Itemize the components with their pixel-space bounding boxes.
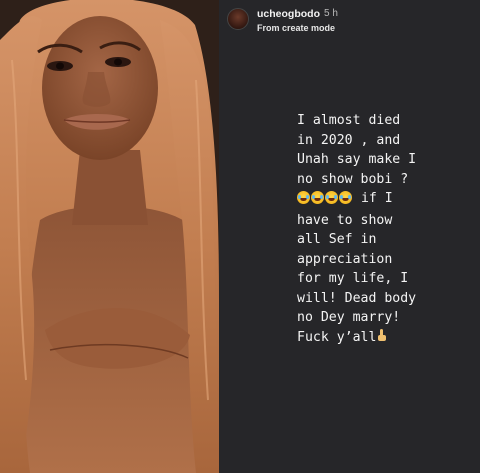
story-line: I almost died [297, 113, 401, 128]
story-line: Unah say make I [297, 152, 417, 167]
story-line: no show bobi ? [297, 171, 409, 187]
story-line-text: if I [353, 191, 393, 206]
portrait-photo [0, 0, 219, 473]
story-line: in 2020 , and [297, 132, 401, 148]
story-text: I almost died in 2020 , and Unah say mak… [297, 111, 477, 347]
story-line: will! Dead body [297, 290, 417, 306]
middle-finger-icon [377, 328, 387, 342]
timestamp: 5 h [324, 8, 338, 19]
story-panel: ucheogbodo 5 h From create mode I almost… [219, 0, 480, 473]
story-line: all Sef in [297, 232, 377, 247]
story-line: no Dey marry! [297, 310, 401, 325]
avatar[interactable] [227, 8, 249, 30]
story-line-text: Fuck y’all [297, 329, 377, 345]
story-line-last: Fuck y’all [297, 328, 477, 348]
story-subtitle: From create mode [257, 23, 336, 33]
story-header: ucheogbodo 5 h From create mode [227, 6, 467, 34]
username[interactable]: ucheogbodo [257, 8, 320, 20]
story-line: appreciation [297, 251, 393, 267]
story-line: have to show [297, 212, 393, 228]
story-line-emoji: if I [297, 189, 477, 211]
face-with-tears-of-joy-icon [297, 191, 353, 211]
story-line: for my life, I [297, 271, 409, 286]
portrait-illustration [0, 0, 219, 473]
